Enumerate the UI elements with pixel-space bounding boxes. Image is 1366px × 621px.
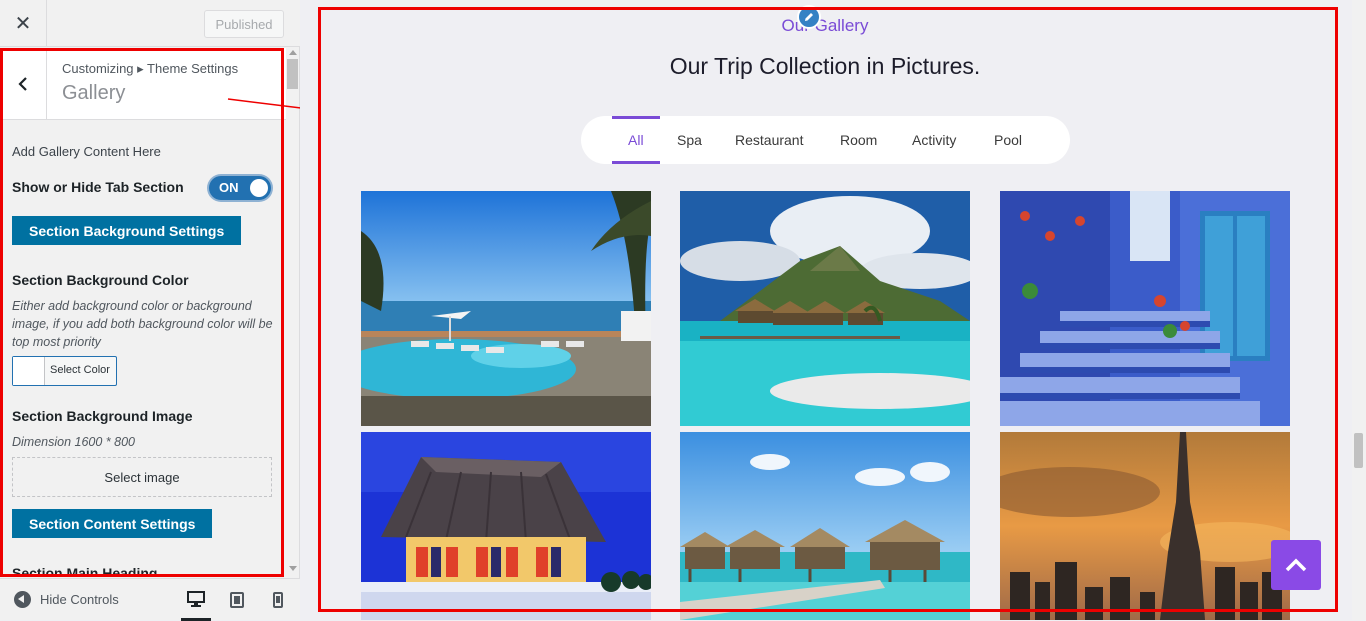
gallery-eyebrow: Our Gallery <box>781 16 869 35</box>
gallery-heading: Our Trip Collection in Pictures. <box>669 53 981 79</box>
island-bungalows-image <box>680 191 970 426</box>
gallery-photo[interactable] <box>361 191 651 426</box>
beach-resort-image <box>361 191 651 426</box>
site-preview: Our Gallery Our Trip Collection in Pictu… <box>300 0 1352 620</box>
tab-pool[interactable]: Pool <box>994 116 1022 164</box>
gallery-photo[interactable] <box>1000 191 1290 426</box>
chevron-up-icon <box>1285 558 1307 572</box>
hut-night-image <box>361 432 651 620</box>
gallery-filter-tabs: All Spa Restaurant Room Activity Pool <box>581 116 1070 164</box>
tab-restaurant[interactable]: Restaurant <box>735 116 803 164</box>
blue-alley-image <box>1000 191 1290 426</box>
gallery-photo[interactable] <box>1000 432 1290 620</box>
tab-spa[interactable]: Spa <box>677 116 702 164</box>
preview-scroll-thumb[interactable] <box>1354 433 1363 468</box>
city-sunset-image <box>1000 432 1290 620</box>
gallery-photo[interactable] <box>680 191 970 426</box>
preview-scrollbar[interactable] <box>1352 0 1366 620</box>
edit-shortcut-button[interactable] <box>797 5 821 29</box>
tab-room[interactable]: Room <box>840 116 877 164</box>
tab-all[interactable]: All <box>612 116 660 164</box>
gallery-photo[interactable] <box>361 432 651 620</box>
pencil-icon <box>805 13 813 21</box>
back-to-top-button[interactable] <box>1271 540 1321 590</box>
tab-activity[interactable]: Activity <box>912 116 956 164</box>
water-villas-image <box>680 432 970 620</box>
gallery-photo[interactable] <box>680 432 970 620</box>
